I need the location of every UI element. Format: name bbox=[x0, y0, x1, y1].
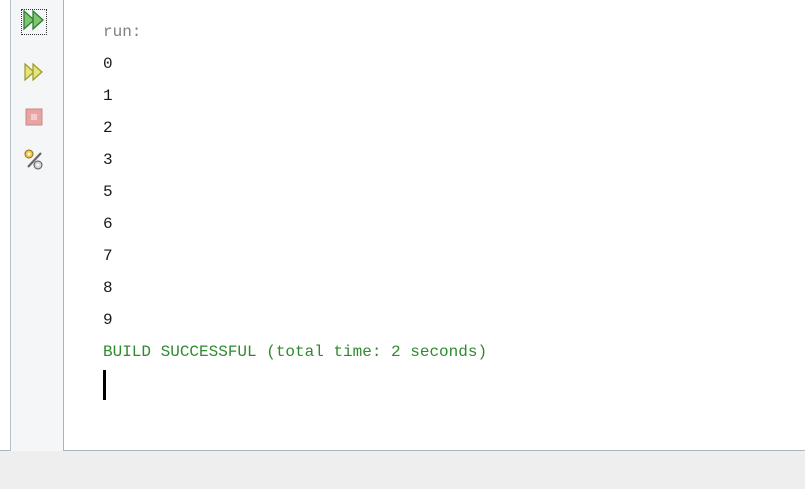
output-line: 9 bbox=[103, 311, 113, 329]
run-header: run: bbox=[103, 23, 142, 41]
output-line: 5 bbox=[103, 183, 113, 201]
output-line: 1 bbox=[103, 87, 113, 105]
rerun-with-different-parameters-icon bbox=[22, 60, 46, 89]
input-line[interactable] bbox=[103, 368, 793, 400]
output-window: run: 0 1 2 3 5 6 7 8 9 BUILD SUCCESSFUL … bbox=[0, 0, 805, 451]
output-line: 8 bbox=[103, 279, 113, 297]
build-status: BUILD SUCCESSFUL (total time: 2 seconds) bbox=[103, 343, 488, 361]
stop-icon bbox=[24, 107, 44, 132]
output-line: 6 bbox=[103, 215, 113, 233]
output-line: 0 bbox=[103, 55, 113, 73]
output-line: 7 bbox=[103, 247, 113, 265]
stop-button[interactable] bbox=[20, 105, 48, 133]
output-toolbar bbox=[10, 0, 64, 451]
output-line: 3 bbox=[103, 151, 113, 169]
settings-icon bbox=[22, 148, 46, 177]
text-caret bbox=[103, 370, 106, 400]
console-output[interactable]: run: 0 1 2 3 5 6 7 8 9 BUILD SUCCESSFUL … bbox=[103, 16, 793, 436]
rerun-icon bbox=[22, 8, 46, 37]
status-bar bbox=[0, 452, 805, 489]
settings-button[interactable] bbox=[20, 148, 48, 176]
rerun-button[interactable] bbox=[20, 8, 48, 36]
output-line: 2 bbox=[103, 119, 113, 137]
rerun-different-params-button[interactable] bbox=[20, 60, 48, 88]
